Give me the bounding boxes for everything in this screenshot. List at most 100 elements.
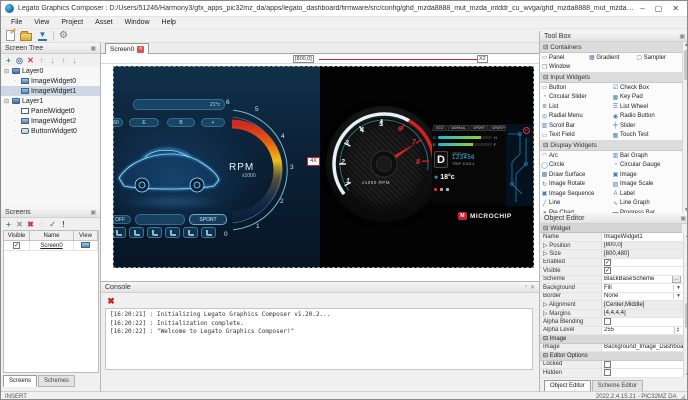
float-panel-icon[interactable]: ▫ xyxy=(525,284,527,290)
toolbox-item-radial-menu[interactable]: ◎Radial Menu xyxy=(540,112,611,122)
design-canvas[interactable]: 21°c xyxy=(101,64,539,281)
property-checkbox[interactable] xyxy=(604,369,611,376)
move-up-icon[interactable]: ↑ xyxy=(36,55,47,66)
property-grid-scrollbar[interactable]: ▲▼ xyxy=(683,233,688,378)
property-value[interactable]: 255▲▼ xyxy=(602,327,683,335)
promote-icon[interactable]: ↑ xyxy=(58,55,69,66)
tree-item-imagewidget2[interactable]: ·ImageWidget2 xyxy=(1,116,100,126)
add-screen-icon[interactable]: + xyxy=(3,219,14,230)
menu-asset[interactable]: Asset xyxy=(89,19,119,26)
property-category-editor-options[interactable]: ⊟ Editor Options xyxy=(540,352,683,361)
toolbox-item-slider[interactable]: ╪Slider xyxy=(611,121,682,131)
toolbox-item-sampler[interactable]: ▢Sampler xyxy=(635,53,682,63)
toolbox-item-arc[interactable]: ◠Arc xyxy=(540,151,611,161)
toolbox-item-scroll-bar[interactable]: ▥Scroll Bar xyxy=(540,121,611,131)
add-widget-icon[interactable]: + xyxy=(3,55,14,66)
expander-icon[interactable]: ⊟ xyxy=(3,68,10,75)
pin-icon[interactable]: ▣ xyxy=(679,33,685,40)
tree-item-buttonwidget0[interactable]: ·ButtonWidget0 xyxy=(1,126,100,136)
selection-handle-marker[interactable]: 4X xyxy=(307,157,320,166)
maximize-button[interactable]: ▢ xyxy=(655,4,663,13)
tree-item-layer0[interactable]: ⊟Layer0 xyxy=(1,66,100,76)
menu-help[interactable]: Help xyxy=(156,19,182,26)
toolbox-item-circular-gauge[interactable]: ◔Circular Gauge xyxy=(611,161,682,171)
toolbox-item-image-sequence[interactable]: ▣Image Sequence xyxy=(540,189,611,199)
delete-screen-icon[interactable]: ✖ xyxy=(25,219,36,230)
toolbox-item-check-box[interactable]: ☑Check Box xyxy=(611,83,682,93)
delete-widget-icon[interactable]: ✕ xyxy=(25,55,36,66)
toolbox-item-draw-surface[interactable]: ▩Draw Surface xyxy=(540,170,611,180)
toolbox-item-panel[interactable]: ▭Panel xyxy=(540,53,587,63)
toolbox-section-input-widgets[interactable]: ⊟ Input Widgets xyxy=(540,72,682,83)
scheme-picker-button[interactable]: … xyxy=(672,276,681,284)
tab-schemes[interactable]: Schemes xyxy=(38,375,75,387)
new-project-icon[interactable] xyxy=(6,30,15,41)
image-widget1-dashboard-background[interactable]: x1000 RPM ECONORMALSPORTSPORT+ C H E F D… xyxy=(320,66,534,268)
property-value[interactable] xyxy=(602,361,683,369)
pin-icon[interactable]: ▣ xyxy=(90,209,96,216)
pin-icon[interactable]: ▣ xyxy=(90,45,96,52)
console-log[interactable]: [16:20:21] : Initializing Legato Graphic… xyxy=(105,308,533,370)
clear-console-icon[interactable]: ✖ xyxy=(105,295,117,307)
toolbox-item-circular-slider[interactable]: ◔Circular Slider xyxy=(540,93,611,103)
settings-icon[interactable]: ⚙ xyxy=(59,30,68,41)
toolbox-item-image[interactable]: ▣Image xyxy=(611,170,682,180)
widget-section-header[interactable]: ⊟ Widget xyxy=(540,224,682,233)
toolbox-item-line[interactable]: ╱Line xyxy=(540,199,611,209)
screen-name-cell[interactable]: Screen0 xyxy=(30,241,74,251)
validate-screen-icon[interactable]: ✓ xyxy=(47,219,58,230)
tab-screen0[interactable]: Screen0 ✕ xyxy=(105,43,149,54)
close-panel-icon[interactable]: ✕ xyxy=(530,284,535,291)
visibility-icon[interactable]: ◎ xyxy=(14,55,25,66)
toolbox-item-circle[interactable]: ◯Circle xyxy=(540,161,611,171)
menu-file[interactable]: File xyxy=(5,19,28,26)
screen-view-cell[interactable] xyxy=(74,241,98,251)
property-checkbox[interactable]: ✓ xyxy=(604,267,611,274)
tree-item-imagewidget0[interactable]: ·ImageWidget0 xyxy=(1,76,100,86)
screens-row[interactable]: ✓ Screen0 xyxy=(4,241,98,251)
toolbox-item-window[interactable]: ❐Window xyxy=(540,63,587,73)
property-value[interactable]: ImageWidget1 xyxy=(602,233,683,241)
visible-checkbox[interactable]: ✓ xyxy=(13,242,20,249)
expander-icon[interactable]: ⊟ xyxy=(3,98,10,105)
close-button[interactable]: ✕ xyxy=(672,4,679,13)
property-value[interactable]: [4,4,4,4] xyxy=(602,310,683,318)
toolbox-item-line-graph[interactable]: ∿Line Graph xyxy=(611,199,682,209)
toolbox-item-image-rotate[interactable]: ↻Image Rotate xyxy=(540,180,611,190)
screen-visible-cell[interactable]: ✓ xyxy=(4,241,30,251)
property-value[interactable]: Fill▼ xyxy=(602,284,683,292)
open-project-icon[interactable] xyxy=(20,33,32,41)
property-checkbox[interactable] xyxy=(604,361,611,368)
preview-screen-icon[interactable]: ◌ xyxy=(36,219,47,230)
property-value[interactable]: ✓ xyxy=(602,267,683,275)
import-icon[interactable]: ▼ xyxy=(37,30,48,41)
toolbox-item-label[interactable]: ALabel xyxy=(611,189,682,199)
property-value[interactable]: None▼ xyxy=(602,293,683,301)
move-down-icon[interactable]: ↓ xyxy=(47,55,58,66)
spinner-buttons[interactable]: ▲▼ xyxy=(674,327,681,334)
toolbox-item-image-scale[interactable]: ▨Image Scale xyxy=(611,180,682,190)
property-value[interactable]: BlackBaseScheme… xyxy=(602,276,683,284)
tree-item-imagewidget1[interactable]: ·ImageWidget1 xyxy=(1,86,100,96)
property-checkbox[interactable] xyxy=(604,318,611,325)
property-value[interactable] xyxy=(602,369,683,377)
tab-close-icon[interactable]: ✕ xyxy=(137,46,144,53)
property-checkbox[interactable]: ✓ xyxy=(604,259,611,266)
remove-screen-icon[interactable]: ✕ xyxy=(14,219,25,230)
property-value[interactable]: [800,0] xyxy=(602,242,683,250)
dropdown-arrow-icon[interactable]: ▼ xyxy=(673,285,681,291)
tab-screens[interactable]: Screens xyxy=(3,375,37,387)
property-value[interactable]: [800,480] xyxy=(602,250,683,258)
dropdown-arrow-icon[interactable]: ▼ xyxy=(673,293,681,299)
toolbox-item-list-wheel[interactable]: ☰List Wheel xyxy=(611,102,682,112)
resize-grip[interactable]: ◢ xyxy=(680,393,685,400)
image-widget0-dashboard-concept[interactable]: 21°c xyxy=(113,66,320,268)
property-category-image[interactable]: ⊟ Image xyxy=(540,335,683,344)
toolbox-section-containers[interactable]: ⊟ Containers xyxy=(540,42,682,53)
property-value[interactable]: ✓ xyxy=(602,259,683,267)
menu-view[interactable]: View xyxy=(28,19,55,26)
toolbox-item-button[interactable]: ▭Button xyxy=(540,83,611,93)
screen-warning-icon[interactable]: ! xyxy=(58,219,69,230)
property-value[interactable]: [Center,Middle] xyxy=(602,301,683,309)
property-value[interactable] xyxy=(602,318,683,326)
